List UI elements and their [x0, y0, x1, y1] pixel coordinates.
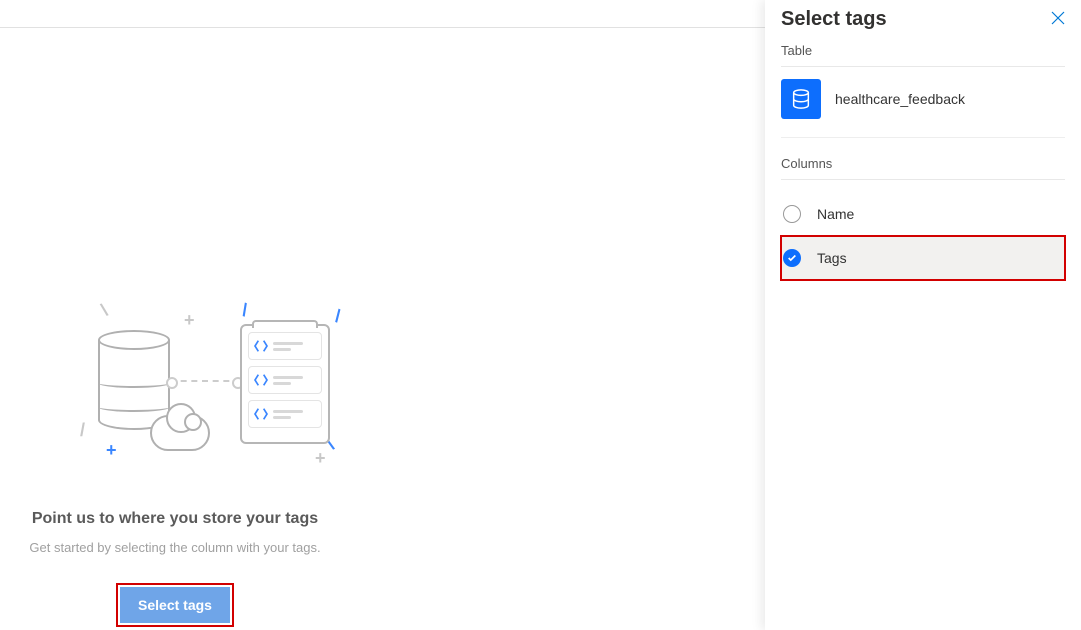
- close-icon[interactable]: [1051, 9, 1065, 30]
- empty-state-subtitle: Get started by selecting the column with…: [0, 540, 350, 555]
- database-shape: [98, 330, 170, 430]
- empty-state: \ + / + \ \ + \: [0, 300, 350, 627]
- column-label: Name: [817, 206, 854, 222]
- empty-state-title: Point us to where you store your tags: [0, 510, 350, 528]
- radio-checked-icon: [783, 249, 801, 267]
- select-tags-button-highlight: Select tags: [116, 583, 234, 627]
- select-tags-panel: Select tags Table healthcare_feedback Co…: [765, 0, 1081, 630]
- table-icon: [781, 79, 821, 119]
- column-label: Tags: [817, 250, 847, 266]
- column-option-name[interactable]: Name: [781, 192, 1065, 236]
- column-option-tags[interactable]: Tags: [781, 236, 1065, 280]
- columns-section-label: Columns: [781, 156, 1065, 171]
- radio-unchecked-icon: [783, 205, 801, 223]
- panel-title: Select tags: [781, 8, 887, 31]
- table-name: healthcare_feedback: [835, 91, 965, 107]
- list-shape: [240, 324, 330, 444]
- select-tags-button[interactable]: Select tags: [120, 587, 230, 623]
- connector-line: [170, 380, 240, 382]
- illustration: \ + / + \ \ + \: [50, 300, 300, 470]
- cloud-shape: [150, 415, 210, 451]
- table-row: healthcare_feedback: [781, 79, 1065, 138]
- table-section-label: Table: [781, 43, 1065, 58]
